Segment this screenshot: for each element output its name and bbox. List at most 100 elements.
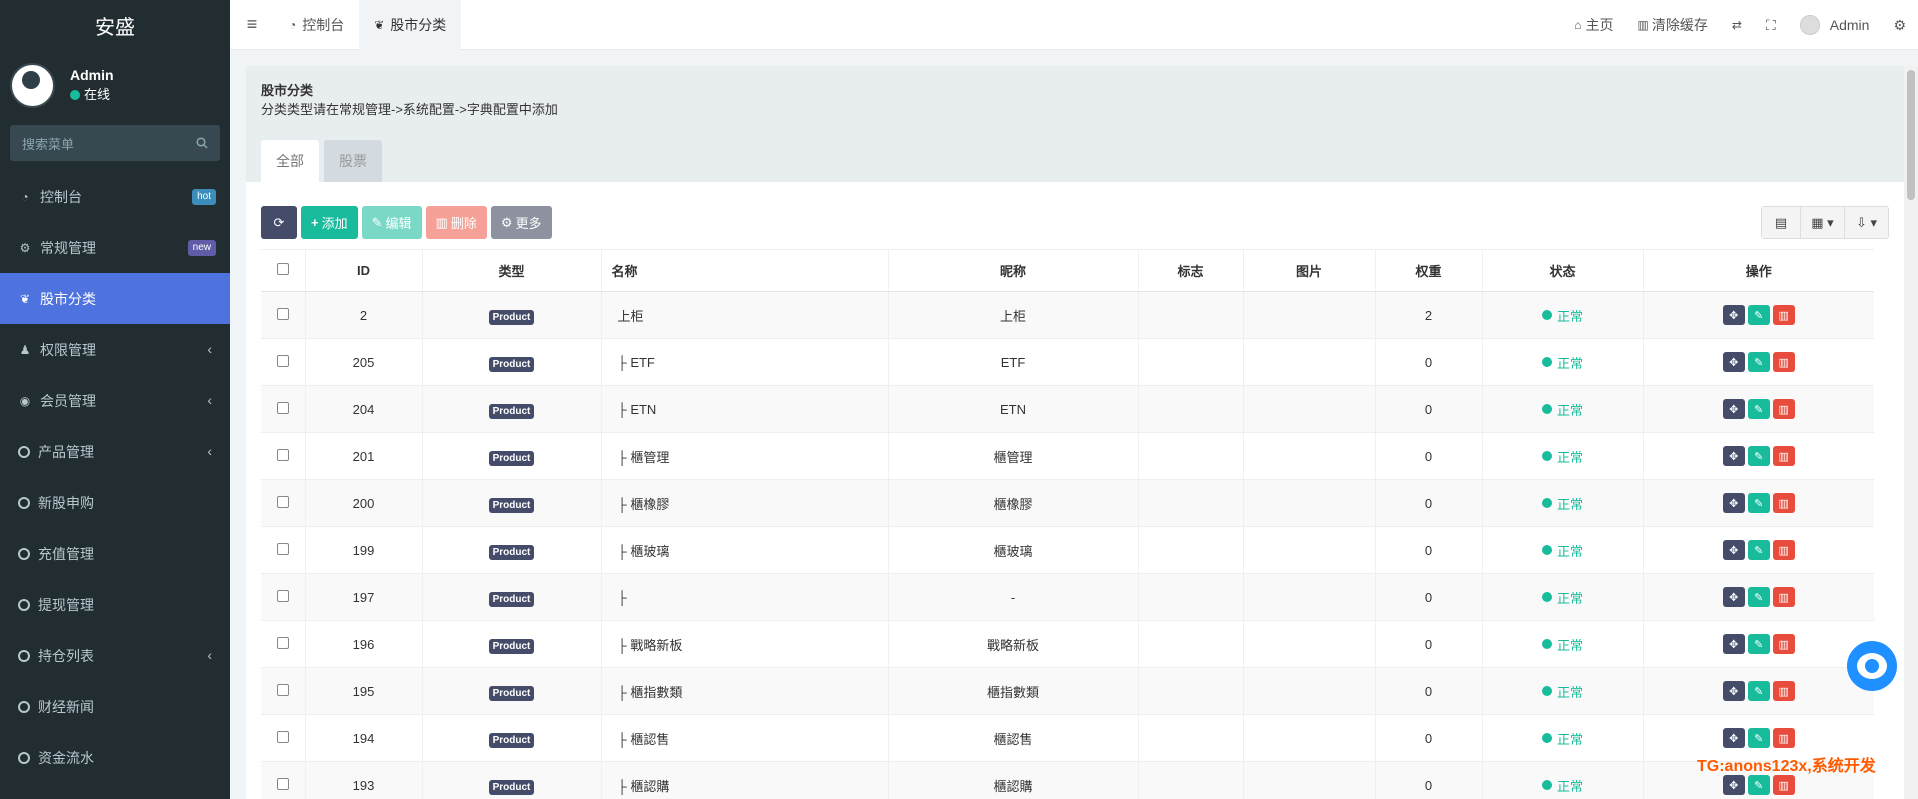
settings-icon[interactable]: ⚙ <box>1881 17 1918 34</box>
delete-row-icon[interactable]: ▥ <box>1772 446 1795 466</box>
delete-row-icon[interactable]: ▥ <box>1772 305 1795 325</box>
table-row[interactable]: 205 Product ├ ETF ETF 0 正常 ✥ ✎ ▥ <box>261 338 1874 386</box>
status-badge[interactable]: 正常 <box>1541 400 1583 419</box>
status-badge[interactable]: 正常 <box>1541 729 1583 748</box>
row-checkbox[interactable] <box>261 526 305 574</box>
drag-icon[interactable]: ✥ <box>1722 399 1745 419</box>
row-checkbox[interactable] <box>261 761 305 799</box>
sidebar-item-members[interactable]: ◉ 会员管理 ‹ <box>0 375 230 426</box>
tab-all[interactable]: 全部 <box>261 140 319 182</box>
export-dropdown-icon[interactable]: ⇩ ▾ <box>1844 207 1888 238</box>
row-checkbox[interactable] <box>261 385 305 433</box>
sidebar-item-funds[interactable]: 资金流水 <box>0 732 230 783</box>
sidebar-item-general[interactable]: ⚙ 常规管理 new <box>0 222 230 273</box>
sidebar-item-dashboard[interactable]: ◔ 控制台 hot <box>0 171 230 222</box>
status-badge[interactable]: 正常 <box>1541 494 1583 513</box>
delete-row-icon[interactable]: ▥ <box>1772 634 1795 654</box>
row-checkbox[interactable] <box>261 573 305 621</box>
edit-row-icon[interactable]: ✎ <box>1747 681 1770 701</box>
select-all-checkbox[interactable] <box>261 249 305 292</box>
fullscreen-icon[interactable]: ⛶ <box>1754 17 1788 34</box>
edit-row-icon[interactable]: ✎ <box>1747 634 1770 654</box>
status-badge[interactable]: 正常 <box>1541 541 1583 560</box>
user-menu[interactable]: Admin <box>1788 15 1882 35</box>
refresh-button[interactable]: ⟳ <box>261 206 297 239</box>
edit-row-icon[interactable]: ✎ <box>1747 540 1770 560</box>
col-weight[interactable]: 权重 <box>1374 249 1482 292</box>
edit-row-icon[interactable]: ✎ <box>1747 775 1770 795</box>
col-id[interactable]: ID <box>304 249 422 292</box>
edit-row-icon[interactable]: ✎ <box>1747 587 1770 607</box>
col-name[interactable]: 名称 <box>600 249 888 292</box>
table-row[interactable]: 201 Product ├ 櫃管理 櫃管理 0 正常 ✥ ✎ ▥ <box>261 432 1874 480</box>
edit-row-icon[interactable]: ✎ <box>1747 399 1770 419</box>
sidebar-item-market-category[interactable]: ❦ 股市分类 <box>0 273 230 324</box>
sidebar-item-recharge[interactable]: 充值管理 <box>0 528 230 579</box>
status-badge[interactable]: 正常 <box>1541 682 1583 701</box>
search-icon[interactable] <box>196 137 208 149</box>
drag-icon[interactable]: ✥ <box>1722 493 1745 513</box>
col-flag[interactable]: 标志 <box>1137 249 1243 292</box>
tab-stocks[interactable]: 股票 <box>324 140 382 182</box>
tab-dashboard[interactable]: ◔ 控制台 <box>274 0 359 50</box>
status-badge[interactable]: 正常 <box>1541 588 1583 607</box>
clear-cache-button[interactable]: ▥ 清除缓存 <box>1626 15 1720 35</box>
tab-market-category[interactable]: ❦ 股市分类 <box>359 0 462 50</box>
delete-row-icon[interactable]: ▥ <box>1772 540 1795 560</box>
language-icon[interactable]: ⇄ <box>1720 18 1754 32</box>
delete-row-icon[interactable]: ▥ <box>1772 399 1795 419</box>
toggle-view-icon[interactable]: ▤ <box>1762 207 1800 238</box>
brand-logo[interactable]: 安盛 <box>0 0 230 50</box>
drag-icon[interactable]: ✥ <box>1722 634 1745 654</box>
columns-dropdown-icon[interactable]: ▦ ▾ <box>1800 207 1844 238</box>
delete-row-icon[interactable]: ▥ <box>1772 493 1795 513</box>
sidebar-item-withdraw[interactable]: 提现管理 <box>0 579 230 630</box>
table-row[interactable]: 197 Product ├ - 0 正常 ✥ ✎ ▥ <box>261 573 1874 621</box>
status-badge[interactable]: 正常 <box>1541 447 1583 466</box>
col-image[interactable]: 图片 <box>1242 249 1375 292</box>
edit-button[interactable]: ✎ 编辑 <box>361 206 422 239</box>
menu-toggle-icon[interactable]: ≡ <box>230 0 274 50</box>
status-badge[interactable]: 正常 <box>1541 776 1583 795</box>
row-checkbox[interactable] <box>261 479 305 527</box>
edit-row-icon[interactable]: ✎ <box>1747 352 1770 372</box>
edit-row-icon[interactable]: ✎ <box>1747 728 1770 748</box>
drag-icon[interactable]: ✥ <box>1722 540 1745 560</box>
drag-icon[interactable]: ✥ <box>1722 587 1745 607</box>
add-button[interactable]: + 添加 <box>301 206 358 239</box>
drag-icon[interactable]: ✥ <box>1722 728 1745 748</box>
more-button[interactable]: ⚙ 更多 <box>490 206 552 239</box>
table-row[interactable]: 204 Product ├ ETN ETN 0 正常 ✥ ✎ ▥ <box>261 385 1874 433</box>
table-row[interactable]: 200 Product ├ 櫃橡膠 櫃橡膠 0 正常 ✥ ✎ ▥ <box>261 479 1874 527</box>
row-checkbox[interactable] <box>261 338 305 386</box>
drag-icon[interactable]: ✥ <box>1722 446 1745 466</box>
delete-row-icon[interactable]: ▥ <box>1772 587 1795 607</box>
table-row[interactable]: 195 Product ├ 櫃指數類 櫃指數類 0 正常 ✥ ✎ ▥ <box>261 667 1874 715</box>
chat-support-button[interactable] <box>1847 641 1897 691</box>
sidebar-search-input[interactable]: 搜索菜单 <box>10 125 220 161</box>
delete-row-icon[interactable]: ▥ <box>1772 681 1795 701</box>
drag-icon[interactable]: ✥ <box>1722 775 1745 795</box>
page-scrollbar[interactable] <box>1904 66 1918 799</box>
row-checkbox[interactable] <box>261 714 305 762</box>
sidebar-item-news[interactable]: 财经新闻 <box>0 681 230 732</box>
row-checkbox[interactable] <box>261 432 305 480</box>
row-checkbox[interactable] <box>261 667 305 715</box>
drag-icon[interactable]: ✥ <box>1722 305 1745 325</box>
edit-row-icon[interactable]: ✎ <box>1747 305 1770 325</box>
delete-row-icon[interactable]: ▥ <box>1772 728 1795 748</box>
col-nickname[interactable]: 昵称 <box>887 249 1138 292</box>
row-checkbox[interactable] <box>261 291 305 339</box>
status-badge[interactable]: 正常 <box>1541 353 1583 372</box>
sidebar-item-permissions[interactable]: ♟ 权限管理 ‹ <box>0 324 230 375</box>
drag-icon[interactable]: ✥ <box>1722 681 1745 701</box>
delete-row-icon[interactable]: ▥ <box>1772 775 1795 795</box>
table-row[interactable]: 194 Product ├ 櫃認售 櫃認售 0 正常 ✥ ✎ ▥ <box>261 714 1874 762</box>
status-badge[interactable]: 正常 <box>1541 635 1583 654</box>
row-checkbox[interactable] <box>261 620 305 668</box>
col-status[interactable]: 状态 <box>1481 249 1643 292</box>
delete-button[interactable]: ▥ 删除 <box>425 206 487 239</box>
scrollbar-thumb[interactable] <box>1907 70 1915 200</box>
home-link[interactable]: ⌂ 主页 <box>1562 15 1625 35</box>
table-row[interactable]: 193 Product ├ 櫃認購 櫃認購 0 正常 ✥ ✎ ▥ <box>261 761 1874 799</box>
